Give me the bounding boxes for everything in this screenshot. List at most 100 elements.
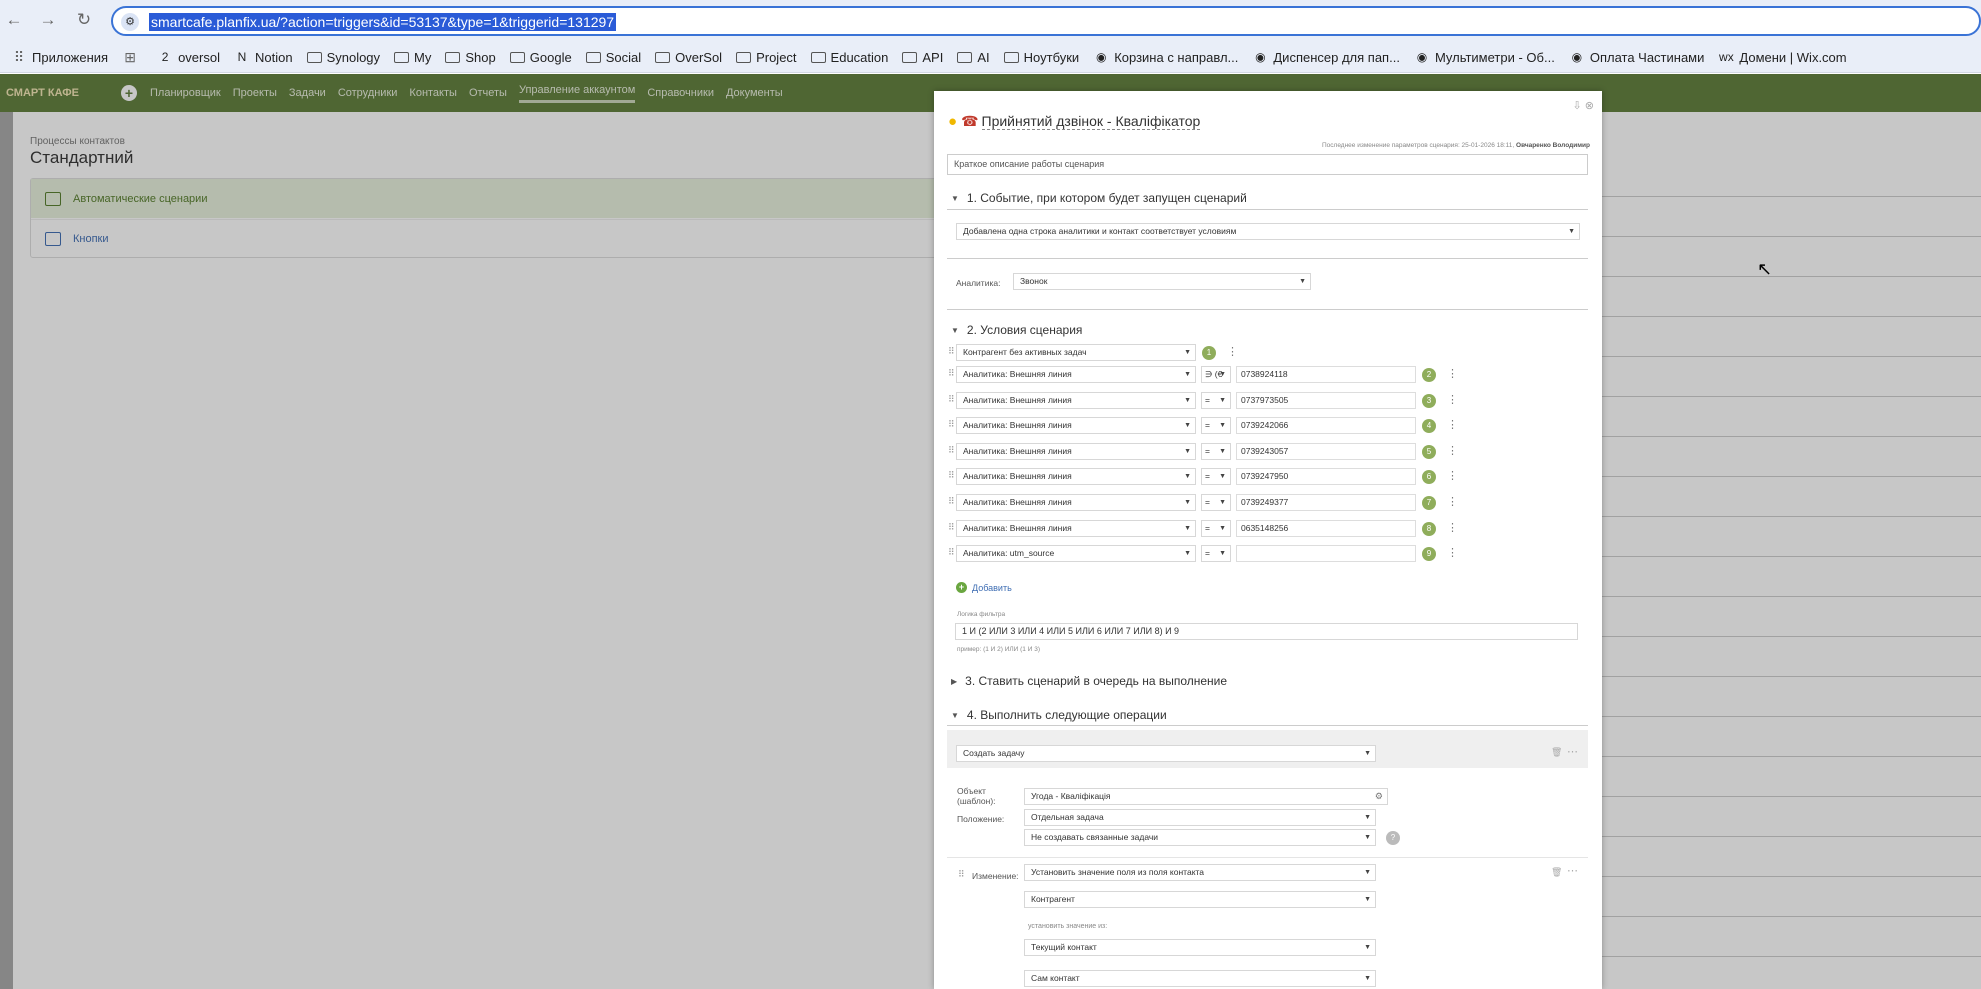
condition-operator-select[interactable]: = ▼	[1201, 442, 1231, 460]
condition-value-input[interactable]: 0739249377	[1236, 494, 1416, 511]
bookmark-item[interactable]: ⠿ Приложения	[4, 45, 115, 69]
more-icon[interactable]: ⋮	[1447, 418, 1458, 431]
position-select[interactable]: Отдельная задача ▼	[1024, 809, 1376, 826]
condition-operator-select[interactable]: = ▼	[1201, 494, 1231, 511]
back-icon[interactable]: ←	[3, 9, 25, 31]
drag-handle-icon[interactable]: ⠿	[948, 445, 955, 456]
bookmark-item[interactable]: Education	[804, 45, 896, 69]
bookmark-item[interactable]: ◉ Оплата Частинами	[1562, 45, 1712, 69]
scenario-name[interactable]: Прийнятий дзвінок - Кваліфікатор	[981, 113, 1201, 130]
condition-operator-select[interactable]: = ▼	[1201, 391, 1231, 409]
trash-icon[interactable]: 🗑	[1551, 867, 1562, 878]
more-icon[interactable]: ⋯	[1567, 745, 1578, 758]
condition-field-select[interactable]: Контрагент без активных задач ▼	[956, 344, 1196, 361]
address-bar[interactable]: ⚙ smartcafe.planfix.ua/?action=triggers&…	[111, 6, 1981, 36]
more-icon[interactable]: ⋯	[1567, 864, 1578, 877]
forward-icon[interactable]: →	[37, 9, 59, 31]
bookmark-item[interactable]: OverSol	[648, 45, 729, 69]
drag-handle-icon[interactable]: ⠿	[948, 522, 955, 533]
condition-field-select[interactable]: Аналитика: Внешняя линия ▼	[956, 519, 1196, 537]
bulb-icon[interactable]: ●	[948, 113, 957, 130]
bookmark-item[interactable]: Synology	[300, 45, 387, 69]
bookmark-item[interactable]: My	[387, 45, 438, 69]
drag-handle-icon[interactable]: ⠿	[948, 496, 955, 507]
related-tasks-select[interactable]: Не создавать связанные задачи ▼	[1024, 829, 1376, 846]
bookmark-item[interactable]: ◉ Диспенсер для пап...	[1245, 45, 1407, 69]
condition-operator-select[interactable]: = ▼	[1201, 417, 1231, 435]
condition-value-input[interactable]: 0738924118	[1236, 366, 1416, 383]
related-tasks-select-value: Не создавать связанные задачи	[1031, 832, 1159, 842]
condition-row: ⠿ Аналитика: Внешняя линия ▼ = ▼ 0739247950 6 ⋮	[948, 468, 1468, 488]
condition-value-input[interactable]: 0739247950	[1236, 468, 1416, 486]
help-icon[interactable]: ?	[1386, 831, 1400, 845]
bookmark-item[interactable]: ⊞	[115, 45, 150, 69]
trash-icon[interactable]: 🗑	[1551, 747, 1562, 758]
bookmark-item[interactable]: N Notion	[227, 45, 300, 69]
source-select[interactable]: Текущий контакт ▼	[1024, 939, 1376, 956]
bookmark-item[interactable]: Project	[729, 45, 803, 69]
condition-operator-select[interactable]: = ▼	[1201, 468, 1231, 486]
section-conditions[interactable]: ▼ 2. Условия сценария	[951, 323, 1082, 337]
more-icon[interactable]: ⋮	[1447, 546, 1458, 559]
more-icon[interactable]: ⋮	[1447, 444, 1458, 457]
more-icon[interactable]: ⋮	[1447, 367, 1458, 380]
drag-handle-icon[interactable]: ⠿	[958, 869, 965, 880]
operation-select[interactable]: Создать задачу ▼	[956, 745, 1376, 762]
condition-value-input[interactable]: 0739243057	[1236, 442, 1416, 460]
url-text[interactable]: smartcafe.planfix.ua/?action=triggers&id…	[149, 13, 617, 31]
condition-field-select[interactable]: Аналитика: utm_source ▼	[956, 545, 1196, 563]
section-operations[interactable]: ▼ 4. Выполнить следующие операции	[951, 708, 1167, 722]
bookmark-item[interactable]: Ноутбуки	[997, 45, 1087, 69]
section-event[interactable]: ▼ 1. Событие, при котором будет запущен …	[951, 191, 1247, 205]
condition-operator-select[interactable]: = ▼	[1201, 545, 1231, 563]
last-modified-author[interactable]: Овчаренко Володимир	[1516, 142, 1590, 149]
event-select[interactable]: Добавлена одна строка аналитики и контак…	[956, 223, 1580, 240]
gear-icon[interactable]: ⚙	[1375, 789, 1383, 804]
condition-field-select[interactable]: Аналитика: Внешняя линия ▼	[956, 494, 1196, 511]
bookmark-item[interactable]: Google	[503, 45, 579, 69]
drag-handle-icon[interactable]: ⠿	[948, 368, 955, 379]
description-field[interactable]: Краткое описание работы сценария	[947, 154, 1588, 175]
add-condition-button[interactable]: + Добавить	[956, 582, 1012, 593]
condition-field-select[interactable]: Аналитика: Внешняя линия ▼	[956, 442, 1196, 460]
condition-field-select[interactable]: Аналитика: Внешняя линия ▼	[956, 417, 1196, 435]
condition-operator-select[interactable]: = ▼	[1201, 519, 1231, 537]
site-settings-icon[interactable]: ⚙	[121, 13, 139, 31]
more-icon[interactable]: ⋮	[1447, 521, 1458, 534]
drag-handle-icon[interactable]: ⠿	[948, 394, 955, 405]
change-select[interactable]: Установить значение поля из поля контакт…	[1024, 864, 1376, 881]
condition-value-input[interactable]: 0635148256	[1236, 519, 1416, 537]
bookmark-item[interactable]: wx Домени | Wix.com	[1711, 45, 1853, 69]
drag-handle-icon[interactable]: ⠿	[948, 346, 955, 357]
bookmark-item[interactable]: Social	[579, 45, 648, 69]
more-icon[interactable]: ⋮	[1447, 393, 1458, 406]
condition-field-select[interactable]: Аналитика: Внешняя линия ▼	[956, 391, 1196, 409]
object-select[interactable]: Угода - Кваліфікація ⚙	[1024, 788, 1388, 805]
condition-field-select[interactable]: Аналитика: Внешняя линия ▼	[956, 366, 1196, 383]
condition-value-input[interactable]	[1236, 545, 1416, 563]
section-queue[interactable]: ▶ 3. Ставить сценарий в очередь на выпол…	[951, 674, 1227, 688]
more-icon[interactable]: ⋮	[1227, 345, 1238, 358]
condition-operator-select[interactable]: ∋ (€ ▼	[1201, 366, 1231, 383]
drag-handle-icon[interactable]: ⠿	[948, 419, 955, 430]
filter-logic-input[interactable]: 1 И (2 ИЛИ 3 ИЛИ 4 ИЛИ 5 ИЛИ 6 ИЛИ 7 ИЛИ…	[955, 623, 1578, 640]
pin-icon[interactable]: ⇩	[1573, 100, 1582, 112]
close-icon[interactable]: ⊗	[1585, 100, 1594, 112]
field-select[interactable]: Контрагент ▼	[1024, 891, 1376, 908]
bookmark-item[interactable]: AI	[950, 45, 996, 69]
bookmark-item[interactable]: 2 oversol	[150, 45, 227, 69]
bookmark-item[interactable]: API	[895, 45, 950, 69]
condition-value-input[interactable]: 0739242066	[1236, 417, 1416, 435]
reload-icon[interactable]: ↻	[73, 9, 95, 31]
more-icon[interactable]: ⋮	[1447, 495, 1458, 508]
bookmark-item[interactable]: Shop	[438, 45, 502, 69]
drag-handle-icon[interactable]: ⠿	[948, 547, 955, 558]
condition-value-input[interactable]: 0737973505	[1236, 391, 1416, 409]
drag-handle-icon[interactable]: ⠿	[948, 470, 955, 481]
more-icon[interactable]: ⋮	[1447, 469, 1458, 482]
contact-select[interactable]: Сам контакт ▼	[1024, 970, 1376, 987]
bookmark-item[interactable]: ◉ Мультиметри - Об...	[1407, 45, 1562, 69]
condition-field-select[interactable]: Аналитика: Внешняя линия ▼	[956, 468, 1196, 486]
bookmark-item[interactable]: ◉ Корзина с направл...	[1086, 45, 1245, 69]
analytics-select[interactable]: Звонок ▼	[1013, 273, 1311, 290]
